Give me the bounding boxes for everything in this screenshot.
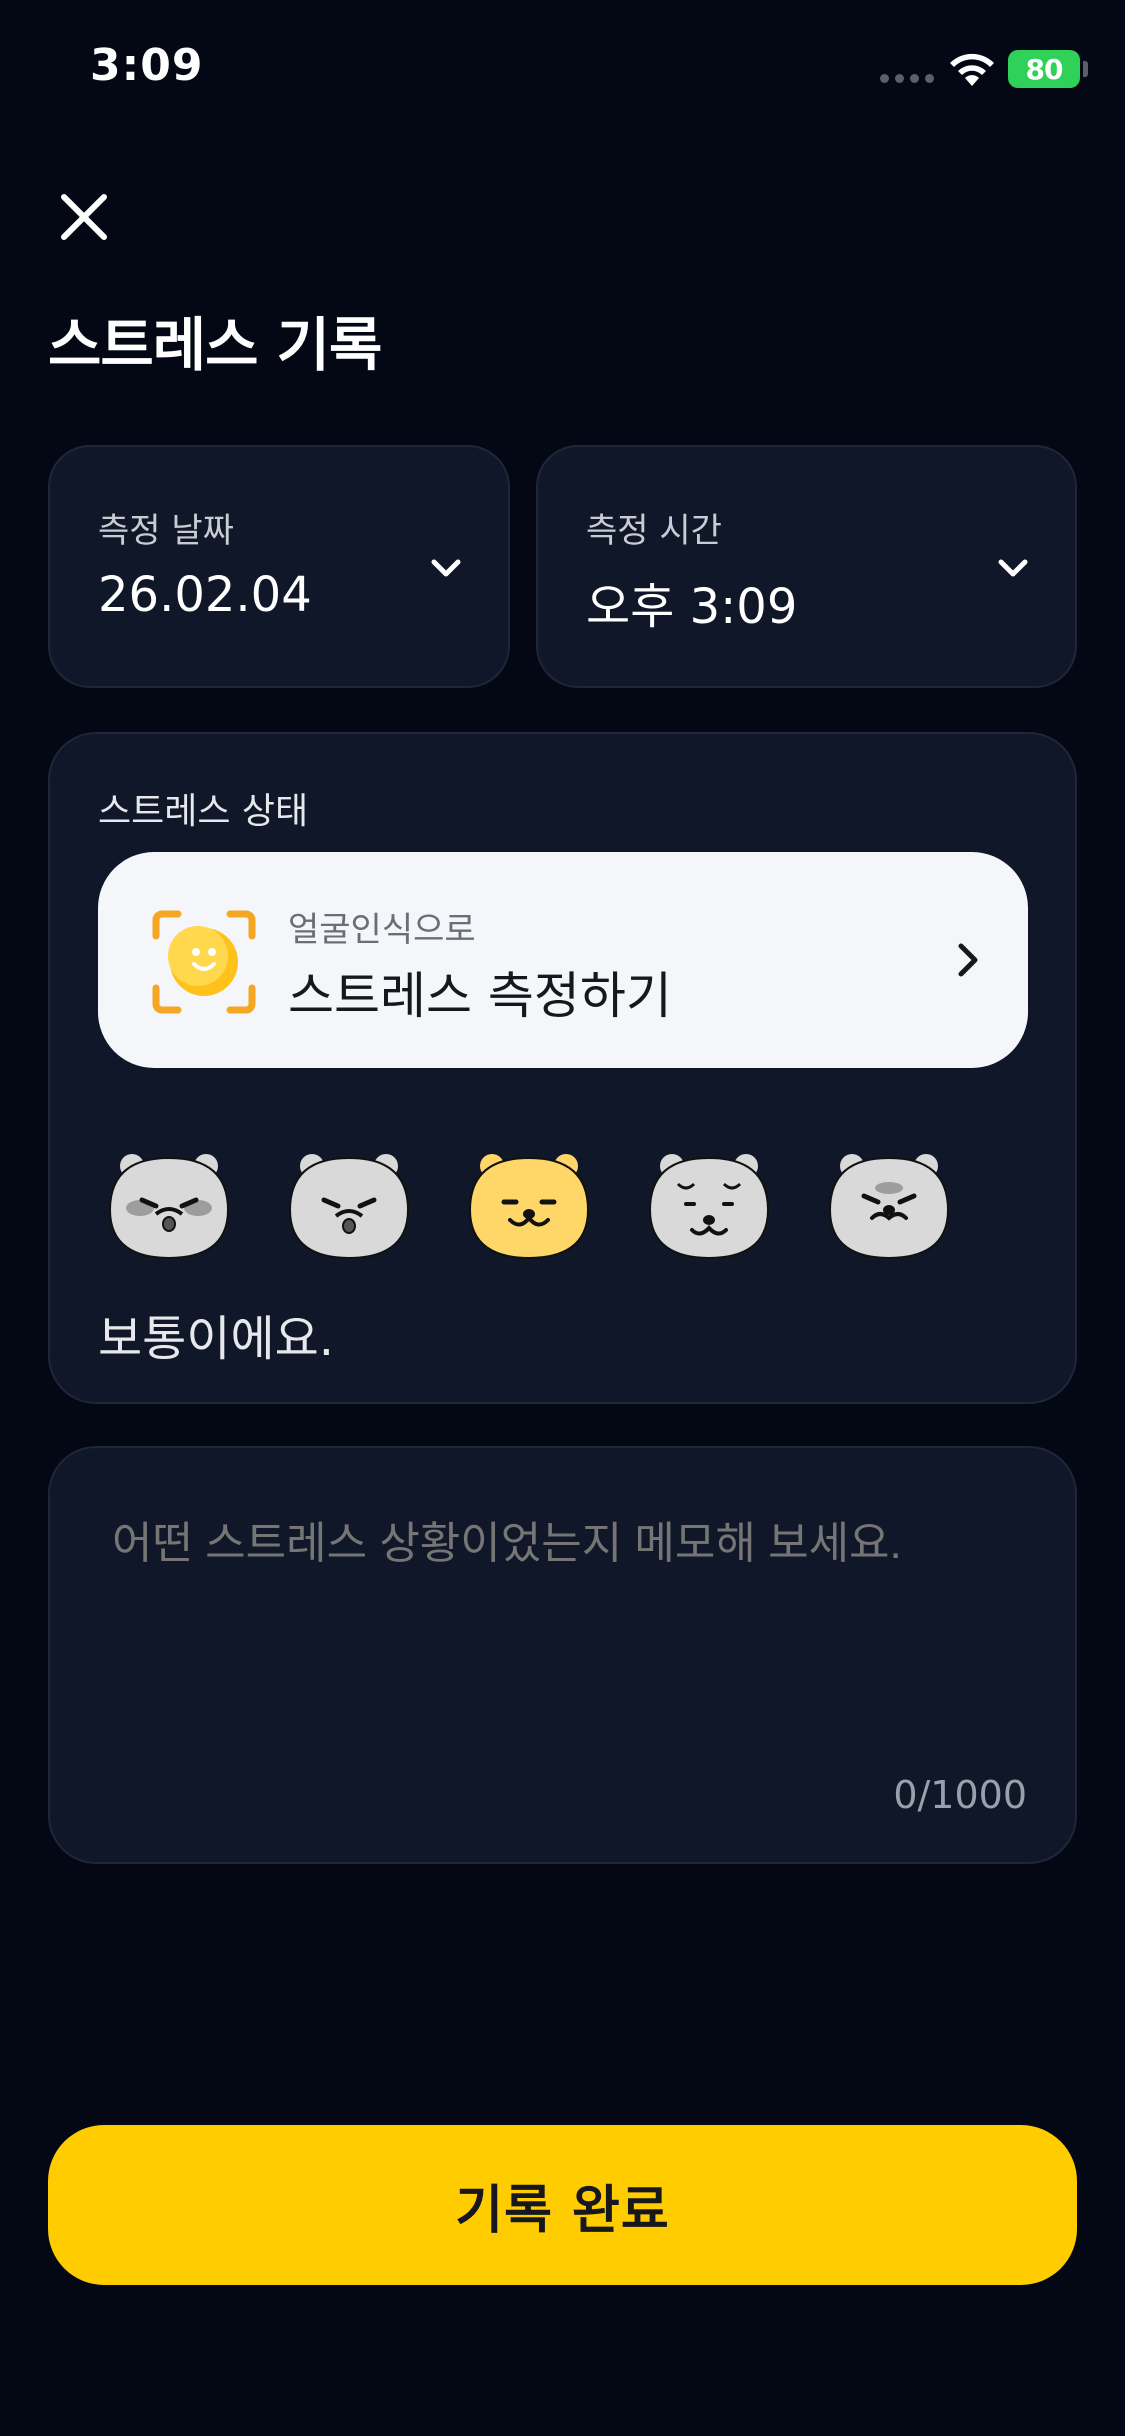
date-picker-label: 측정 날짜 [98,511,234,551]
wifi-icon [950,53,994,86]
date-picker-value: 26.02.04 [98,567,312,623]
battery-cap [1083,61,1088,77]
mood-caption: 보통이에요. [98,1311,335,1367]
mood-normal-icon[interactable] [462,1144,596,1264]
mood-stressed-icon[interactable] [282,1144,416,1264]
face-measure-subtitle: 얼굴인식으로 [288,910,476,950]
face-measure-title: 스트레스 측정하기 [288,967,672,1025]
battery-icon: 80 [1008,50,1080,88]
time-picker-value: 오후 3:09 [586,579,798,635]
battery-level: 80 [1025,52,1064,86]
memo-input[interactable] [110,1518,1014,1570]
complete-button[interactable]: 기록 완료 [48,2125,1077,2285]
face-measure-button[interactable]: 얼굴인식으로 스트레스 측정하기 [98,852,1028,1068]
time-picker[interactable]: 측정 시간 오후 3:09 [536,445,1077,688]
status-bar: 3:09 80 [0,0,1125,140]
date-picker[interactable]: 측정 날짜 26.02.04 [48,445,510,688]
mood-tired-icon[interactable] [642,1144,776,1264]
status-time: 3:09 [90,40,204,91]
chevron-down-icon [431,559,461,577]
face-scan-icon [152,910,256,1014]
time-picker-label: 측정 시간 [586,511,722,551]
chevron-down-icon [998,559,1028,577]
close-icon[interactable] [52,185,116,249]
memo-character-counter: 0/1000 [893,1773,1027,1817]
mood-angry-icon[interactable] [822,1144,956,1264]
memo-field[interactable]: 0/1000 [48,1446,1077,1864]
complete-button-label: 기록 완료 [455,2180,670,2241]
page-title: 스트레스 기록 [48,311,382,379]
stress-status-label: 스트레스 상태 [98,791,309,832]
mood-selector [102,1144,1002,1274]
chevron-right-icon [958,943,978,977]
stress-status-card: 스트레스 상태 얼굴인식으로 스트레스 측정하기 보통이에요. [48,732,1077,1404]
mood-very-stressed-icon[interactable] [102,1144,236,1264]
cellular-signal-icon [880,74,934,83]
